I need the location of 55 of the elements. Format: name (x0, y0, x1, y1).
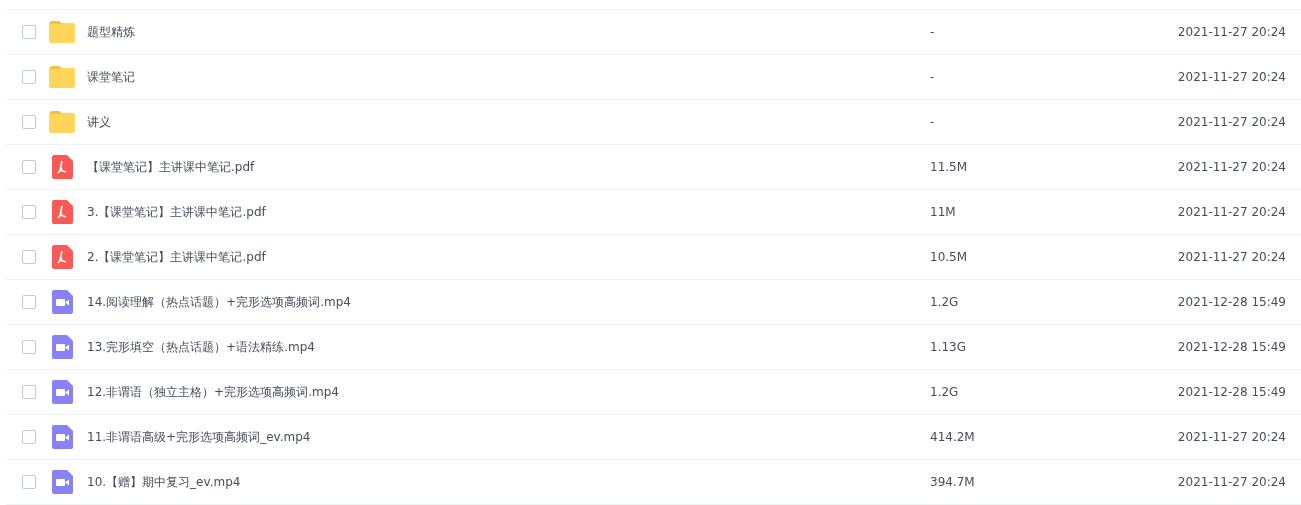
file-size: 1.13G (930, 340, 968, 354)
video-file-icon (51, 425, 73, 449)
modified-date: 2021-11-27 20:24 (1177, 160, 1286, 174)
modified-date: 2021-11-27 20:24 (1177, 475, 1286, 489)
folder-icon (49, 21, 75, 43)
checkbox[interactable] (22, 430, 36, 444)
file-size: 414.2M (930, 430, 976, 444)
modified-date: 2021-12-28 15:49 (1177, 295, 1286, 309)
checkbox[interactable] (22, 475, 36, 489)
file-size: - (930, 25, 936, 39)
modified-date: 2021-11-27 20:24 (1177, 25, 1286, 39)
folder-icon (49, 111, 75, 133)
file-name[interactable]: 11.非谓语高级+完形选项高频词_ev.mp4 (87, 428, 930, 446)
video-file-icon (51, 380, 73, 404)
checkbox[interactable] (22, 340, 36, 354)
file-size: 11M (930, 205, 957, 219)
checkbox[interactable] (22, 70, 36, 84)
file-name[interactable]: 【课堂笔记】主讲课中笔记.pdf (87, 158, 930, 176)
file-size: 11.5M (930, 160, 969, 174)
checkbox[interactable] (22, 250, 36, 264)
file-size: 394.7M (930, 475, 976, 489)
file-size: - (930, 115, 936, 129)
folder-icon (49, 66, 75, 88)
checkbox[interactable] (22, 25, 36, 39)
pdf-file-icon (51, 200, 73, 224)
pdf-file-icon (51, 245, 73, 269)
file-name[interactable]: 13.完形填空（热点话题）+语法精练.mp4 (87, 338, 930, 356)
video-file-icon (51, 290, 73, 314)
file-size: 1.2G (930, 385, 960, 399)
checkbox[interactable] (22, 295, 36, 309)
file-name[interactable]: 2.【课堂笔记】主讲课中笔记.pdf (87, 248, 930, 266)
modified-date: 2021-12-28 15:49 (1177, 340, 1286, 354)
pdf-file-icon (51, 155, 73, 179)
modified-date: 2021-11-27 20:24 (1177, 115, 1286, 129)
file-size: - (930, 70, 936, 84)
file-name[interactable]: 14.阅读理解（热点话题）+完形选项高频词.mp4 (87, 293, 930, 311)
file-name[interactable]: 题型精炼 (87, 23, 930, 41)
modified-date: 2021-11-27 20:24 (1177, 70, 1286, 84)
checkbox[interactable] (22, 160, 36, 174)
file-name[interactable]: 课堂笔记 (87, 68, 930, 86)
file-name[interactable]: 12.非谓语（独立主格）+完形选项高频词.mp4 (87, 383, 930, 401)
file-size: 1.2G (930, 295, 960, 309)
modified-date: 2021-12-28 15:49 (1177, 385, 1286, 399)
video-file-icon (51, 470, 73, 494)
modified-date: 2021-11-27 20:24 (1177, 250, 1286, 264)
modified-date: 2021-11-27 20:24 (1177, 430, 1286, 444)
file-name[interactable]: 讲义 (87, 113, 930, 131)
file-name[interactable]: 10.【赠】期中复习_ev.mp4 (87, 473, 930, 491)
checkbox[interactable] (22, 205, 36, 219)
file-name[interactable]: 3.【课堂笔记】主讲课中笔记.pdf (87, 203, 930, 221)
checkbox[interactable] (22, 385, 36, 399)
checkbox[interactable] (22, 115, 36, 129)
video-file-icon (51, 335, 73, 359)
file-size: 10.5M (930, 250, 969, 264)
modified-date: 2021-11-27 20:24 (1177, 205, 1286, 219)
